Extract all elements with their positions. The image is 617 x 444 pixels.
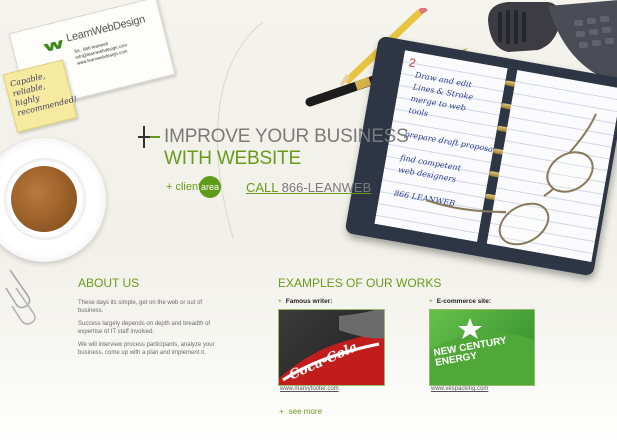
about-paragraph: These days its simple, get on the web or…: [78, 300, 203, 314]
plus-small-icon: +: [429, 298, 433, 305]
work-label: + Famous writer:: [278, 298, 332, 305]
logo-mark-icon: [43, 39, 63, 52]
about-text: These days its simple, get on the web or…: [78, 299, 218, 362]
see-more-label: see more: [288, 407, 323, 416]
work-thumbnail[interactable]: Coca-Cola: [278, 309, 385, 386]
work-label-text: E-commerce site:: [436, 298, 491, 305]
headline-line1: IMPROVE YOUR BUSINESS: [164, 126, 409, 147]
call-label: CALL: [246, 180, 279, 195]
about-title: ABOUT US: [78, 276, 140, 290]
call-link[interactable]: CALL 866-LEANWEB: [246, 180, 371, 195]
plus-small-icon: +: [278, 298, 282, 305]
about-paragraph: We will interview process participants, …: [78, 342, 215, 356]
client-area-button[interactable]: area: [199, 176, 221, 198]
call-number: 866-LEANWEB: [281, 180, 372, 195]
work-label-text: Famous writer:: [285, 298, 333, 305]
works-title: EXAMPLES OF OUR WORKS: [278, 276, 442, 290]
plus-small-icon: +: [279, 407, 284, 416]
coffee-icon: [11, 166, 77, 232]
see-more-link[interactable]: + see more: [279, 407, 322, 416]
work-thumbnail[interactable]: NEW CENTURY ENERGY: [429, 309, 535, 386]
headline-line2: WITH WEBSITE: [164, 148, 301, 169]
plus-icon: [138, 126, 160, 148]
page-number: 2: [407, 55, 417, 71]
work-url-link[interactable]: www.marvytooter.com: [280, 386, 339, 392]
card-brand: LearnWebDesign: [65, 13, 147, 45]
work-url-link[interactable]: www.vespacking.com: [431, 386, 488, 392]
about-paragraph: Success largely depends on depth and bre…: [78, 321, 211, 335]
sticky-note-text: Capable, reliable, highly recommended!: [9, 71, 78, 118]
glasses-icon: [425, 113, 597, 246]
page: LearnWebDesign Tel.: 866-leanweb info@le…: [0, 0, 617, 444]
work-label: + E-commerce site:: [429, 298, 491, 305]
client-area-label: + client: [166, 181, 202, 193]
paper-clip-icon: [5, 269, 36, 325]
